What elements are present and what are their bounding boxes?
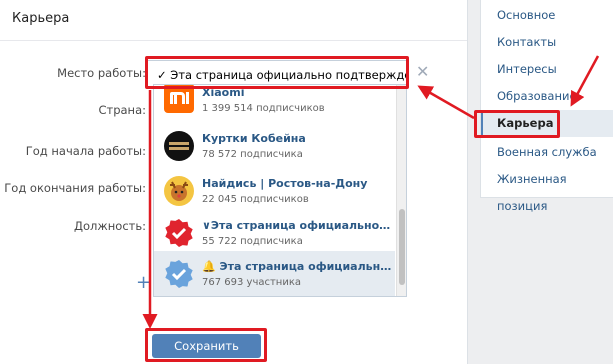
suggestion-subtitle: 55 722 подписчика — [202, 236, 303, 247]
xiaomi-logo-icon — [164, 85, 194, 113]
settings-sidebar: Основное Контакты Интересы Образование К… — [480, 0, 613, 213]
dropdown-scrollbar[interactable] — [396, 85, 406, 296]
kobein-logo-icon — [164, 131, 194, 161]
sidebar-item-education[interactable]: Образование — [481, 83, 613, 110]
red-verified-badge-icon — [164, 218, 194, 248]
suggestion-subtitle: 1 399 514 подписчиков — [202, 103, 325, 114]
sidebar-item-contacts[interactable]: Контакты — [481, 29, 613, 56]
sidebar-item-life-position[interactable]: Жизненная позиция — [481, 166, 613, 213]
scroll-thumb[interactable] — [399, 209, 405, 285]
sidebar-item-military[interactable]: Военная служба — [481, 139, 613, 166]
label-start-year: Год начала работы: — [25, 144, 146, 158]
place-suggestions-dropdown[interactable]: Xiaomi 1 399 514 подписчиков Куртки Кобе… — [153, 84, 407, 297]
sidebar-item-career[interactable]: Карьера — [481, 110, 613, 137]
suggestion-title: Куртки Кобейна — [202, 132, 306, 145]
label-country: Страна: — [98, 103, 146, 117]
suggestion-title: Найдись | Ростов-на-Дону — [202, 177, 368, 190]
sidebar-item-main[interactable]: Основное — [481, 2, 613, 29]
deer-avatar-icon — [164, 176, 194, 206]
suggestion-item[interactable]: Найдись | Ростов-на-Дону 22 045 подписчи… — [154, 168, 395, 216]
label-position: Должность: — [74, 219, 146, 233]
suggestion-item-highlighted[interactable]: 🔔 Эта страница официально под... 767 693… — [154, 251, 395, 296]
career-settings-panel: Карьера Место работы: Страна: Год начала… — [0, 0, 468, 364]
clear-icon[interactable]: ✕ — [416, 62, 429, 81]
page-title: Карьера — [0, 0, 467, 41]
suggestion-subtitle: 22 045 подписчиков — [202, 194, 309, 205]
add-place-icon[interactable]: + — [136, 272, 151, 293]
suggestion-title: 🔔 Эта страница официально под... — [202, 260, 392, 273]
save-button[interactable]: Сохранить — [152, 334, 261, 358]
suggestion-subtitle: 767 693 участника — [202, 277, 302, 288]
suggestion-item[interactable]: Куртки Кобейна 78 572 подписчика — [154, 123, 395, 171]
suggestion-title: ∨Эта страница официально подт... — [202, 219, 392, 232]
suggestion-title: Xiaomi — [202, 86, 245, 99]
label-end-year: Год окончания работы: — [4, 181, 146, 195]
suggestion-subtitle: 78 572 подписчика — [202, 149, 303, 160]
blue-verified-badge-icon — [164, 259, 194, 289]
sidebar-item-interests[interactable]: Интересы — [481, 56, 613, 83]
label-place: Место работы: — [57, 66, 146, 80]
